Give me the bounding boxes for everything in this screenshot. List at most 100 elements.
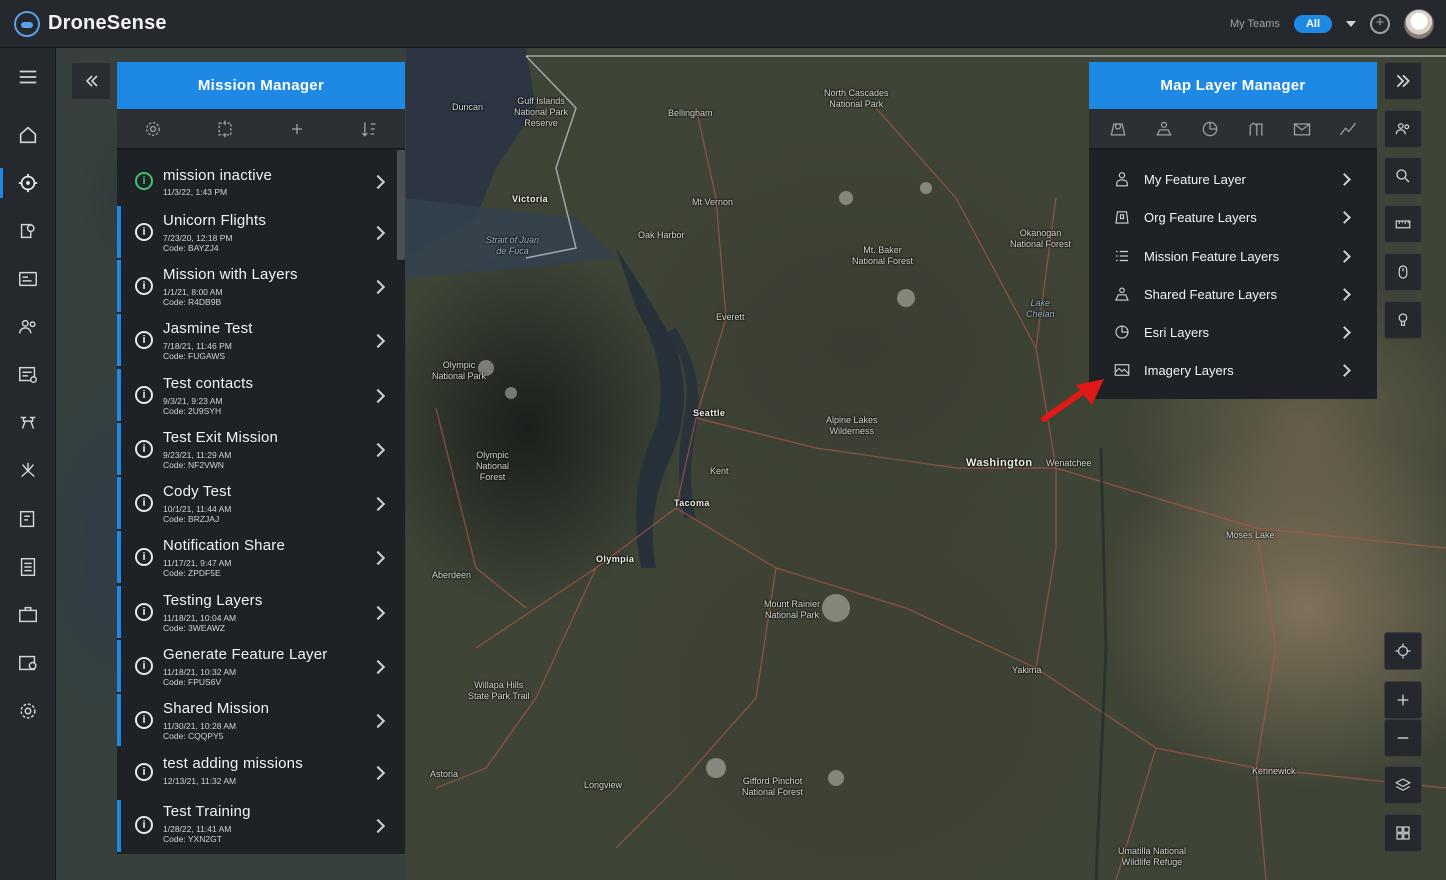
mission-row[interactable]: i Shared Mission 11/30/21, 10:28 AM Code… (117, 694, 395, 746)
layer-item-imagery[interactable]: Imagery Layers (1089, 351, 1377, 389)
grid-button[interactable] (1384, 814, 1422, 852)
shared-layers-icon[interactable] (1154, 119, 1174, 139)
users-icon[interactable] (0, 308, 56, 346)
layer-item-label: Org Feature Layers (1144, 209, 1257, 225)
drone-icon[interactable] (0, 404, 56, 442)
briefcase-icon[interactable] (0, 596, 56, 634)
mission-row[interactable]: i Jasmine Test 7/18/21, 11:46 PM Code: F… (117, 314, 395, 366)
shield-check-icon[interactable] (0, 500, 56, 538)
missions-nav-icon[interactable] (0, 164, 56, 202)
person-icon (1116, 172, 1128, 187)
mission-inactive-icon: i (135, 548, 153, 566)
mission-row[interactable]: i Test Training 1/28/22, 11:41 AM Code: … (117, 800, 395, 852)
chevron-down-icon[interactable] (1346, 21, 1356, 27)
layer-toolbar (1089, 109, 1377, 149)
layer-item-my-feature[interactable]: My Feature Layer (1089, 160, 1377, 198)
mission-row[interactable]: i Unicorn Flights 7/23/20, 12:18 PM Code… (117, 206, 395, 258)
chevron-right-icon (370, 818, 386, 834)
add-mission-button[interactable] (280, 114, 314, 144)
users-icon (1395, 123, 1410, 135)
calendar-icon[interactable] (0, 644, 56, 682)
menu-icon[interactable] (0, 58, 56, 96)
app-logo[interactable]: DroneSense (14, 10, 167, 37)
mission-row[interactable]: i test adding missions 12/13/21, 11:32 A… (117, 748, 395, 798)
mission-date: 1/28/22, 11:41 AM (163, 824, 232, 834)
chevron-right-icon (370, 388, 386, 404)
locate-button[interactable] (1384, 632, 1422, 670)
team-filter-pill[interactable]: All (1293, 15, 1332, 33)
map-label: Gifford Pinchot National Forest (742, 776, 804, 797)
home-icon[interactable] (0, 116, 56, 154)
mission-date: 11/17/21, 9:47 AM (163, 558, 232, 568)
mission-list: i mission inactive 11/3/22, 1:43 PM i Un… (117, 150, 405, 854)
search-button[interactable] (1384, 157, 1422, 195)
measure-button[interactable] (1384, 205, 1422, 243)
layer-item-mission-feature[interactable]: Mission Feature Layers (1089, 237, 1377, 275)
gear-icon[interactable] (0, 692, 56, 730)
mission-name: Shared Mission (163, 700, 270, 717)
layer-item-esri[interactable]: Esri Layers (1089, 313, 1377, 351)
mission-row[interactable]: i mission inactive 11/3/22, 1:43 PM (117, 150, 395, 204)
chevron-right-icon (370, 442, 386, 458)
layer-item-shared-feature[interactable]: Shared Feature Layers (1089, 275, 1377, 313)
layers-button[interactable] (1384, 766, 1422, 804)
layer-item-label: My Feature Layer (1144, 171, 1246, 187)
propeller-icon[interactable] (0, 452, 56, 490)
crop-select-icon (218, 120, 232, 137)
mission-code: Code: FUGAWS (163, 351, 226, 361)
chevron-right-icon (1338, 363, 1351, 377)
avatar[interactable] (1404, 9, 1434, 39)
map-label: Duncan (452, 102, 484, 112)
people-button[interactable] (1384, 110, 1422, 148)
pin-button[interactable] (1384, 301, 1422, 339)
building-icon[interactable] (1246, 119, 1266, 139)
mission-inactive-icon: i (135, 711, 153, 729)
document-icon[interactable] (0, 548, 56, 586)
collapse-panel-button[interactable] (71, 62, 111, 100)
mission-settings-button[interactable] (136, 114, 170, 144)
mission-active-icon: i (135, 172, 153, 190)
mission-row[interactable]: i Cody Test 10/1/21, 11:44 AM Code: BRZJ… (117, 477, 395, 529)
mission-date: 7/18/21, 11:46 PM (163, 341, 232, 351)
mission-inactive-icon: i (135, 331, 153, 349)
map-pin-layer-icon[interactable] (1108, 119, 1128, 139)
chevron-right-icon (370, 333, 386, 349)
search-icon (1396, 169, 1410, 183)
mission-row[interactable]: i Notification Share 11/17/21, 9:47 AM C… (117, 531, 395, 583)
map-layer-manager-title: Map Layer Manager (1089, 62, 1377, 109)
envelope-icon[interactable] (1292, 119, 1312, 139)
mission-row[interactable]: i Test contacts 9/3/21, 9:23 AM Code: 2U… (117, 369, 395, 421)
mission-row[interactable]: i Testing Layers 11/18/21, 10:04 AM Code… (117, 586, 395, 638)
mission-code: Code: 2U9SYH (163, 406, 222, 416)
chevron-right-icon (370, 496, 386, 512)
expand-panel-button[interactable] (1384, 62, 1422, 100)
mission-select-button[interactable] (208, 114, 242, 144)
mouse-button[interactable] (1384, 253, 1422, 291)
map-label: Kennewick (1252, 766, 1296, 776)
mission-row[interactable]: i Mission with Layers 1/1/21, 8:00 AM Co… (117, 260, 395, 312)
map-label: Wenatchee (1046, 458, 1092, 468)
id-card-icon[interactable] (0, 260, 56, 298)
minus-icon (1397, 737, 1409, 739)
scrollbar-thumb[interactable] (397, 150, 405, 260)
shared-layers-icon (1115, 287, 1129, 301)
globe-icon[interactable] (1200, 119, 1220, 139)
mission-date: 12/13/21, 11:32 AM (163, 776, 237, 786)
sort-missions-button[interactable] (352, 114, 386, 144)
imagery-icon (1114, 364, 1130, 376)
map-label: Seattle (693, 408, 726, 418)
checklist-icon[interactable] (0, 356, 56, 394)
zoom-out-button[interactable] (1384, 719, 1422, 757)
add-circle-icon[interactable]: + (1370, 14, 1390, 34)
zoom-in-button[interactable] (1384, 681, 1422, 719)
line-chart-icon[interactable] (1338, 119, 1358, 139)
mission-row[interactable]: i Generate Feature Layer 11/18/21, 10:32… (117, 640, 395, 692)
chevron-right-icon (370, 605, 386, 621)
plus-icon (1397, 694, 1409, 706)
mission-date: 9/23/21, 11:29 AM (163, 450, 232, 460)
mission-row[interactable]: i Test Exit Mission 9/23/21, 11:29 AM Co… (117, 423, 395, 475)
mission-name: Jasmine Test (163, 320, 253, 337)
layer-item-org-feature[interactable]: Org Feature Layers (1089, 198, 1377, 236)
map-label: Willapa Hills State Park Trail (468, 680, 530, 701)
map-pin-icon[interactable] (0, 212, 56, 250)
